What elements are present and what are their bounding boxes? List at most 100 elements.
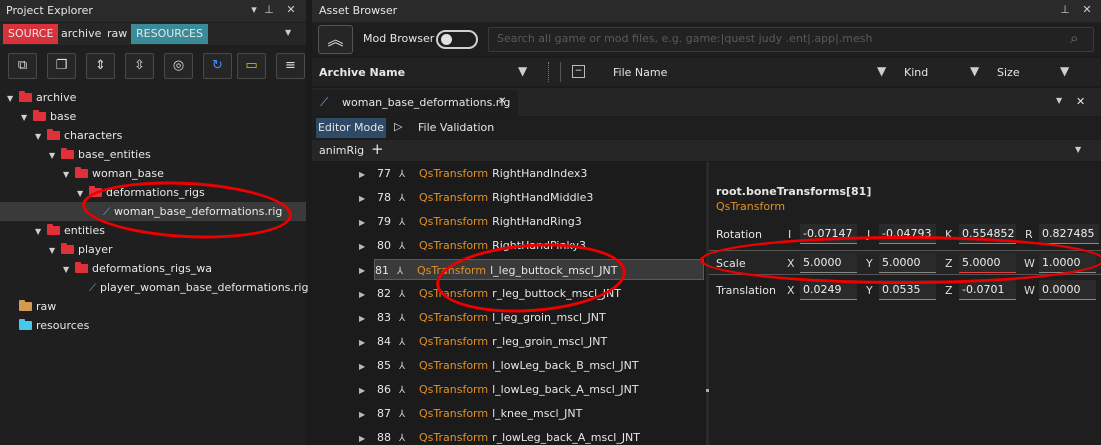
file-name-header[interactable]: File Name (613, 66, 667, 79)
tree-item[interactable]: ▼ woman_base (63, 164, 164, 183)
bone-type: QsTransform (419, 215, 489, 228)
collapse-icon[interactable]: − (572, 65, 585, 78)
bone-index: 84 (377, 335, 391, 348)
document-tab-label[interactable]: woman_base_deformations.rig (342, 96, 510, 109)
tree-item[interactable]: ▼ deformations_rigs_wa (63, 259, 212, 278)
play-icon[interactable]: ▷ (394, 120, 402, 133)
chevron-down-icon[interactable]: ▼ (49, 241, 61, 260)
locate-icon[interactable]: ◎ (164, 53, 193, 79)
pin-icon[interactable]: ⊥ (262, 3, 276, 17)
bone-icon: ⟋ (89, 283, 96, 294)
search-icon[interactable]: ⌕ (1070, 29, 1078, 47)
tab-resources[interactable]: RESOURCES (131, 24, 208, 44)
tree-item[interactable]: ▼ player (49, 240, 113, 259)
close-icon[interactable]: ✕ (1076, 95, 1085, 108)
expand-arrow-icon[interactable]: ▶ (359, 428, 377, 445)
filter-icon[interactable]: ▼ (1060, 64, 1069, 78)
bone-row[interactable]: ▶ 85 ⅄ QsTransform l_lowLeg_back_B_mscl_JNT (359, 355, 639, 376)
chevron-down-icon[interactable]: ▼ (63, 260, 75, 279)
tree-item[interactable]: ▼ base_entities (49, 145, 151, 164)
add-icon[interactable]: + (371, 140, 384, 158)
expand-arrow-icon[interactable]: ▶ (359, 284, 377, 305)
expand-arrow-icon[interactable]: ▶ (359, 404, 377, 425)
animrig-label[interactable]: animRig (319, 144, 364, 157)
collapse-icon[interactable]: ⇳ (125, 53, 154, 79)
filter-icon[interactable]: ▼ (877, 64, 886, 78)
expand-arrow-icon[interactable]: ▶ (359, 188, 377, 209)
bone-row[interactable]: ▶ 78 ⅄ QsTransform RightHandMiddle3 (359, 187, 593, 208)
close-tab-icon[interactable]: ✕ (498, 96, 506, 107)
kind-header[interactable]: Kind (904, 66, 928, 79)
archive-name-header[interactable]: Archive Name (319, 66, 405, 79)
refresh-icon[interactable]: ↻ (203, 53, 232, 79)
open-folder-icon[interactable]: ▭ (237, 53, 266, 79)
translation-w-field[interactable]: 0.0000 (1039, 280, 1096, 300)
pin-icon[interactable]: ⊥ (1058, 3, 1072, 17)
tree-item-label: base (50, 110, 77, 123)
expand-arrow-icon[interactable]: ▶ (359, 380, 377, 401)
bone-row[interactable]: ▶ 86 ⅄ QsTransform l_lowLeg_back_A_mscl_JNT (359, 379, 639, 400)
bone-row[interactable]: ▶ 84 ⅄ QsTransform r_leg_groin_mscl_JNT (359, 331, 607, 352)
tab-dropdown-icon[interactable]: ▼ (1056, 96, 1062, 105)
tree-item[interactable]: ▼ archive (7, 88, 76, 107)
axis-label: W (1024, 284, 1035, 297)
expand-icon[interactable]: ⇕ (86, 53, 115, 79)
tree-item[interactable]: ⟋ player_woman_base_deformations.rig (77, 278, 308, 297)
bone-row[interactable]: ▶ 77 ⅄ QsTransform RightHandIndex3 (359, 163, 587, 184)
close-icon[interactable]: ✕ (284, 3, 298, 17)
rotation-r-field[interactable]: 0.827485 (1039, 224, 1099, 244)
axis-label: Y (866, 284, 873, 297)
tabs-dropdown-icon[interactable]: ▼ (285, 28, 291, 37)
chevron-down-icon[interactable]: ▼ (63, 165, 75, 184)
bone-row[interactable]: ▶ 87 ⅄ QsTransform l_knee_mscl_JNT (359, 403, 582, 424)
menu-icon[interactable]: ≡ (276, 53, 305, 79)
bone-row[interactable]: ▶ 88 ⅄ QsTransform r_lowLeg_back_A_mscl_JNT (359, 427, 640, 445)
tab-raw[interactable]: raw (102, 24, 132, 44)
folder-icon (75, 167, 88, 178)
hierarchy-icon: ⅄ (399, 241, 406, 252)
file-validation-button[interactable]: File Validation (418, 121, 494, 134)
bone-type: QsTransform (419, 239, 489, 252)
expand-arrow-icon[interactable]: ▶ (359, 332, 377, 353)
tab-archive[interactable]: archive (56, 24, 106, 44)
expand-arrow-icon[interactable]: ▶ (359, 259, 377, 280)
chevron-down-icon[interactable]: ▼ (21, 108, 33, 127)
tree-item[interactable]: ▼ entities (35, 221, 105, 240)
expand-arrow-icon[interactable]: ▶ (359, 308, 377, 329)
chevron-down-icon[interactable]: ▼ (35, 222, 47, 241)
expand-all-icon[interactable]: ⧉ (8, 53, 37, 79)
tree-item-label: player (78, 243, 113, 256)
tree-item[interactable]: resources (7, 316, 89, 335)
filter-icon[interactable]: ▼ (518, 64, 527, 78)
up-directory-button[interactable]: ︽ (318, 25, 353, 54)
tree-item[interactable]: ▼ characters (35, 126, 122, 145)
editor-mode-button[interactable]: Editor Mode (316, 118, 386, 138)
tree-item[interactable]: ▼ base (21, 107, 76, 126)
expand-arrow-icon[interactable]: ▶ (359, 212, 377, 233)
collapse-all-icon[interactable]: ❐ (47, 53, 76, 79)
size-header[interactable]: Size (997, 66, 1020, 79)
folder-icon (19, 300, 32, 311)
bone-index: 87 (377, 407, 391, 420)
chevron-down-icon[interactable]: ▼ (35, 127, 47, 146)
tab-source[interactable]: SOURCE (3, 24, 59, 44)
chevron-down-icon[interactable]: ▼ (49, 146, 61, 165)
tree-item-label: characters (64, 129, 123, 142)
translation-z-field[interactable]: -0.0701 (959, 280, 1016, 300)
bone-index: 78 (377, 191, 391, 204)
expand-arrow-icon[interactable]: ▶ (359, 164, 377, 185)
expand-arrow-icon[interactable]: ▶ (359, 356, 377, 377)
chevron-down-icon[interactable]: ▼ (1075, 145, 1081, 154)
bone-type: QsTransform (419, 359, 489, 372)
dropdown-icon[interactable]: ▾ (247, 3, 261, 17)
chevron-down-icon[interactable]: ▼ (7, 89, 19, 108)
asset-browser-title: Asset Browser (319, 4, 398, 17)
splitter[interactable] (548, 62, 550, 82)
tree-item[interactable]: raw (7, 297, 56, 316)
property-type: QsTransform (716, 200, 786, 213)
filter-icon[interactable]: ▼ (970, 64, 979, 78)
expand-arrow-icon[interactable]: ▶ (359, 236, 377, 257)
close-icon[interactable]: ✕ (1080, 3, 1094, 17)
bone-row[interactable]: ▶ 79 ⅄ QsTransform RightHandRing3 (359, 211, 582, 232)
toggle-knob (441, 34, 452, 45)
